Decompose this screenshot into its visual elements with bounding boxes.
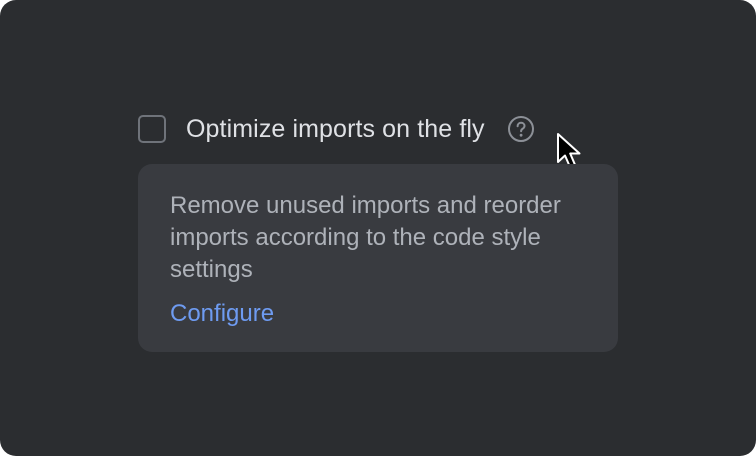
help-tooltip: Remove unused imports and reorder import… — [138, 164, 618, 352]
settings-panel: Optimize imports on the fly Remove unuse… — [0, 0, 756, 456]
optimize-imports-checkbox[interactable] — [138, 115, 166, 143]
configure-link[interactable]: Configure — [170, 298, 274, 330]
optimize-imports-option: Optimize imports on the fly — [138, 112, 535, 146]
question-circle-icon[interactable] — [507, 115, 535, 143]
tooltip-description: Remove unused imports and reorder import… — [170, 192, 561, 283]
optimize-imports-label[interactable]: Optimize imports on the fly — [186, 115, 485, 144]
